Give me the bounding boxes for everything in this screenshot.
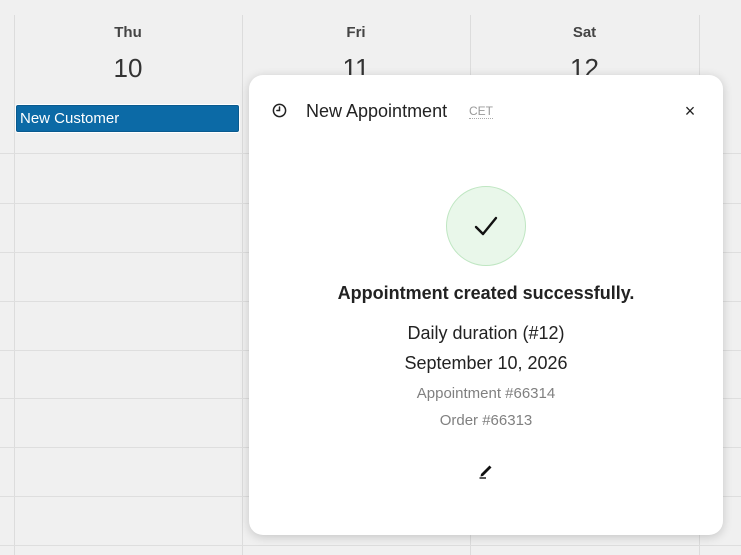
day-name: Fri [346, 24, 366, 41]
popup-header: New Appointment CET × [249, 75, 723, 147]
close-button[interactable]: × [680, 101, 700, 121]
row-divider [0, 545, 741, 546]
pencil-icon[interactable] [477, 461, 495, 479]
appointment-popup: New Appointment CET × Appointment create… [249, 75, 723, 535]
success-message: Appointment created successfully. [337, 283, 635, 303]
day-name: Sat [572, 24, 597, 41]
day-name: Thu [114, 24, 142, 41]
close-icon: × [684, 101, 696, 121]
timezone-badge[interactable]: CET [469, 104, 493, 119]
day-header-thu[interactable]: Thu 10 [14, 0, 242, 100]
check-icon [474, 216, 498, 236]
appointment-date: September 10, 2026 [404, 353, 568, 373]
appointment-number: Appointment #66314 [416, 385, 556, 402]
success-indicator [446, 186, 526, 266]
order-number: Order #66313 [439, 412, 533, 429]
clock-icon [272, 103, 287, 118]
day-number: 10 [113, 53, 143, 83]
service-name: Daily duration (#12) [407, 323, 565, 343]
calendar-event[interactable]: New Customer [16, 105, 239, 132]
popup-title: New Appointment [306, 101, 448, 121]
